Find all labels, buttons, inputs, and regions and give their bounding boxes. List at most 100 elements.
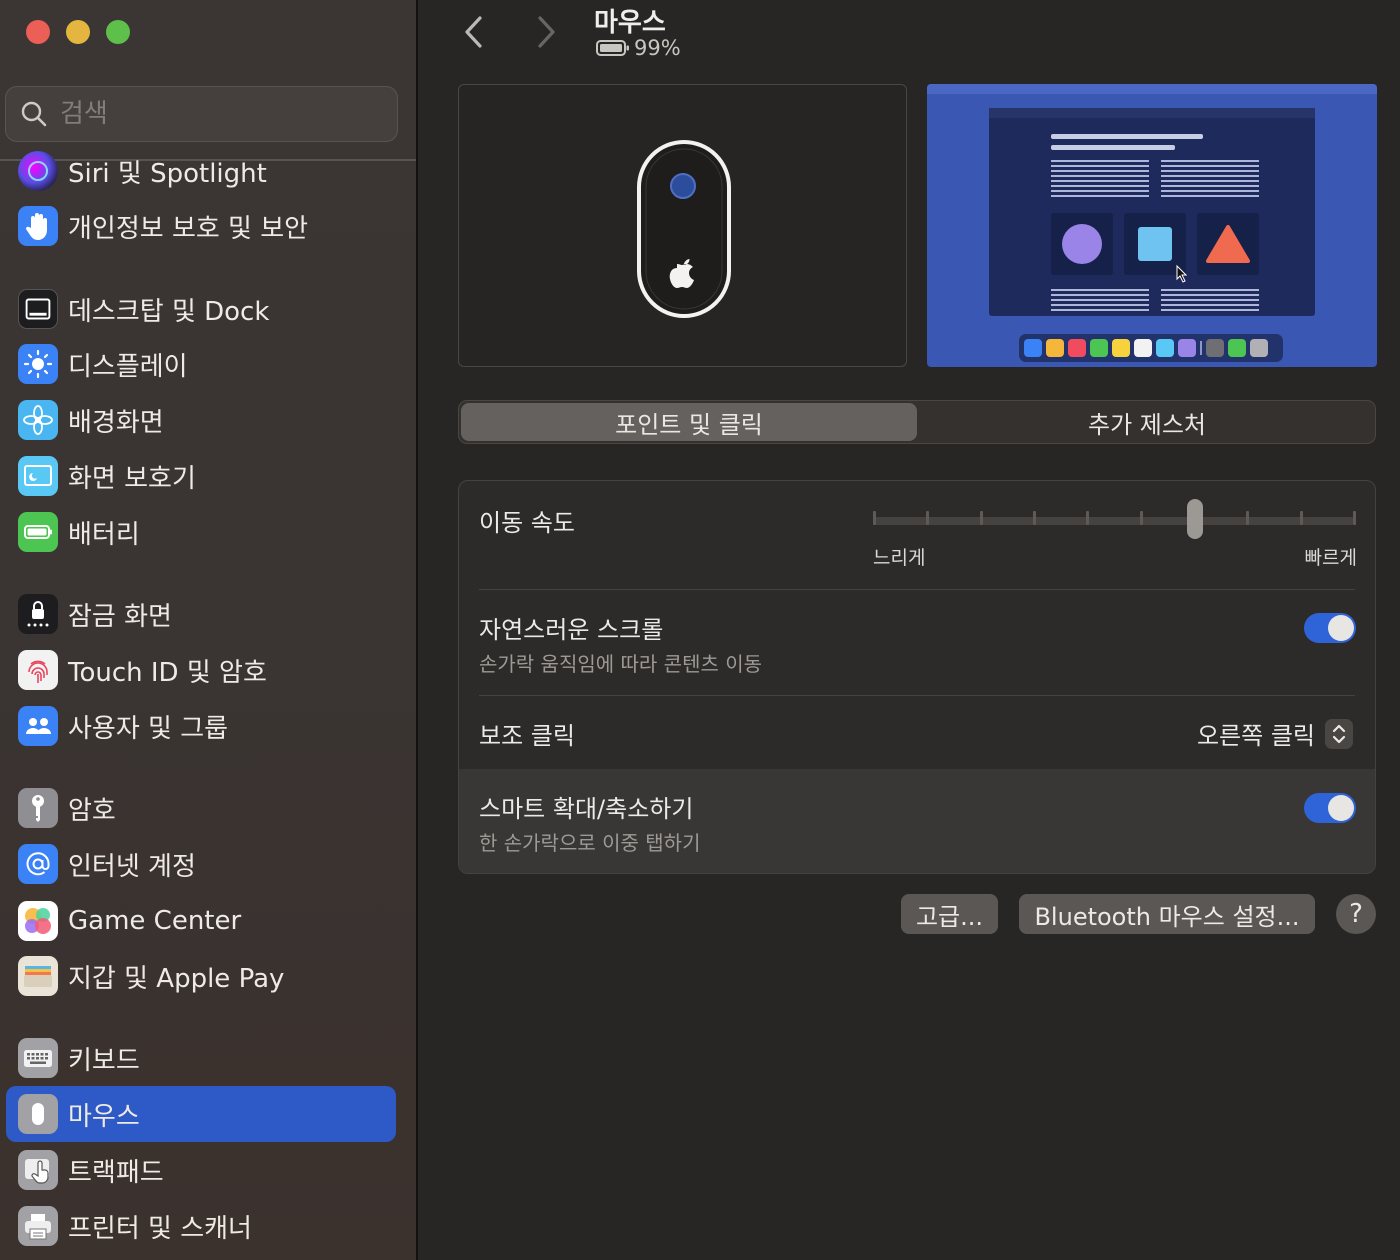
settings-card: 이동 속도 느리게 빠르게 자연스러운 스크롤 손가락 움직임에 따라 콘텐츠 … [458,480,1376,874]
sidebar-item-printers-scanners[interactable]: 프린터 및 스캐너 [6,1198,396,1254]
main-pane: 마우스 99% 포인트 및 클릭 추가 제스처 이동 속도 느리게 빠르게 자연… [418,0,1400,1260]
battery-icon [596,40,629,56]
search-input[interactable] [60,99,380,129]
sidebar-item-users-groups[interactable]: 사용자 및 그룹 [6,698,396,754]
desktop-illustration [927,84,1377,362]
sidebar-item-label: 지갑 및 Apple Pay [68,963,285,994]
bluetooth-mouse-setup-button[interactable]: Bluetooth 마우스 설정... [1019,894,1315,934]
slider-tick [926,511,930,525]
gesture-preview [927,84,1377,367]
smart-zoom-row: 스마트 확대/축소하기 한 손가락으로 이중 탭하기 [459,769,1375,873]
secondary-click-popup[interactable]: 오른쪽 클릭 [1197,716,1353,751]
natural-scroll-row: 자연스러운 스크롤 손가락 움직임에 따라 콘텐츠 이동 [459,590,1375,695]
tab-more-gestures[interactable]: 추가 제스처 [919,401,1375,443]
sidebar: Siri 및 Spotlight 개인정보 보호 및 보안 데스크탑 및 Doc… [0,0,416,1260]
sidebar-item-label: 배경화면 [68,407,164,438]
tracking-speed-row: 이동 속도 느리게 빠르게 [459,481,1375,589]
slider-tick [979,511,983,525]
sidebar-item-label: 데스크탑 및 Dock [68,296,270,327]
secondary-click-value: 오른쪽 클릭 [1196,722,1315,750]
sidebar-item-privacy-security[interactable]: 개인정보 보호 및 보안 [6,198,396,254]
sidebar-item-label: 트랙패드 [68,1157,164,1188]
slider-tick [1246,511,1250,525]
slider-min-label: 느리게 [873,547,926,569]
hand-icon [18,206,58,246]
search-field[interactable] [5,86,398,142]
mouse-icon [18,1094,58,1134]
chevron-right-icon [538,16,555,48]
sidebar-item-passwords[interactable]: 암호 [6,780,396,836]
chevron-up-down-icon [1325,718,1353,749]
mouse-preview [458,84,907,367]
sidebar-item-label: Game Center [68,906,242,936]
key-icon [18,788,58,828]
slider-tick [1086,511,1090,525]
mouse-battery-status: 99% [596,36,681,60]
sidebar-item-label: 잠금 화면 [68,601,172,632]
sidebar-item-wallet-apple-pay[interactable]: 지갑 및 Apple Pay [6,948,396,1004]
game-center-icon [18,901,58,941]
advanced-button[interactable]: 고급... [901,894,998,934]
forward-button[interactable] [526,12,566,52]
battery-icon [18,512,58,552]
users-icon [18,706,58,746]
slider-tick [1299,511,1303,525]
minimize-window-button[interactable] [66,20,90,44]
tracking-speed-slider[interactable]: 느리게 빠르게 [873,499,1357,569]
sidebar-item-label: Touch ID 및 암호 [68,657,267,688]
sidebar-item-siri-spotlight[interactable]: Siri 및 Spotlight [6,143,396,199]
fingerprint-icon [18,650,58,690]
slider-tick [1139,511,1143,525]
slider-track [873,517,1355,525]
sidebar-item-keyboard[interactable]: 키보드 [6,1030,396,1086]
natural-scroll-label: 자연스러운 스크롤 [479,616,664,644]
slider-thumb[interactable] [1187,499,1203,539]
slider-max-label: 빠르게 [1304,547,1357,569]
sidebar-item-label: 프린터 및 스캐너 [68,1213,252,1244]
sidebar-item-label: 마우스 [68,1101,140,1132]
sidebar-item-label: 개인정보 보호 및 보안 [68,213,309,244]
sidebar-item-game-center[interactable]: Game Center [6,893,396,949]
sidebar-item-battery[interactable]: 배터리 [6,504,396,560]
smart-zoom-label: 스마트 확대/축소하기 [479,795,694,823]
dock-icon [18,289,58,329]
window-controls [26,20,130,44]
wallet-icon [18,956,58,996]
close-window-button[interactable] [26,20,50,44]
back-button[interactable] [454,12,494,52]
sidebar-item-label: 인터넷 계정 [68,851,196,882]
smart-zoom-toggle[interactable] [1304,793,1356,823]
sidebar-item-trackpad[interactable]: 트랙패드 [6,1142,396,1198]
tab-point-and-click[interactable]: 포인트 및 클릭 [461,403,917,441]
sidebar-item-label: 사용자 및 그룹 [68,713,229,744]
sidebar-item-label: 디스플레이 [68,351,188,382]
sidebar-item-mouse[interactable]: 마우스 [6,1086,396,1142]
sidebar-item-label: Siri 및 Spotlight [68,158,267,189]
sidebar-item-internet-accounts[interactable]: 인터넷 계정 [6,836,396,892]
tab-segmented-control: 포인트 및 클릭 추가 제스처 [458,400,1376,444]
sidebar-item-screen-saver[interactable]: 화면 보호기 [6,448,396,504]
search-icon [21,101,47,127]
sidebar-item-label: 배터리 [68,519,140,550]
page-title: 마우스 [594,8,666,38]
keyboard-icon [18,1038,58,1078]
zoom-window-button[interactable] [106,20,130,44]
sidebar-item-touch-id[interactable]: Touch ID 및 암호 [6,642,396,698]
secondary-click-row: 보조 클릭 오른쪽 클릭 [459,696,1375,769]
help-button[interactable]: ? [1336,894,1376,934]
sidebar-item-lock-screen[interactable]: 잠금 화면 [6,586,396,642]
sun-icon [18,344,58,384]
natural-scroll-toggle[interactable] [1304,613,1356,643]
sidebar-item-displays[interactable]: 디스플레이 [6,336,396,392]
sidebar-item-desktop-dock[interactable]: 데스크탑 및 Dock [6,281,396,337]
siri-icon [18,151,58,191]
sidebar-item-label: 화면 보호기 [68,463,196,494]
toggle-knob [1328,615,1354,641]
flower-icon [18,400,58,440]
natural-scroll-description: 손가락 움직임에 따라 콘텐츠 이동 [479,652,763,676]
sidebar-item-wallpaper[interactable]: 배경화면 [6,392,396,448]
lock-icon [18,594,58,634]
toggle-knob [1328,795,1354,821]
magic-mouse-illustration [637,140,731,318]
tracking-speed-label: 이동 속도 [479,509,575,537]
